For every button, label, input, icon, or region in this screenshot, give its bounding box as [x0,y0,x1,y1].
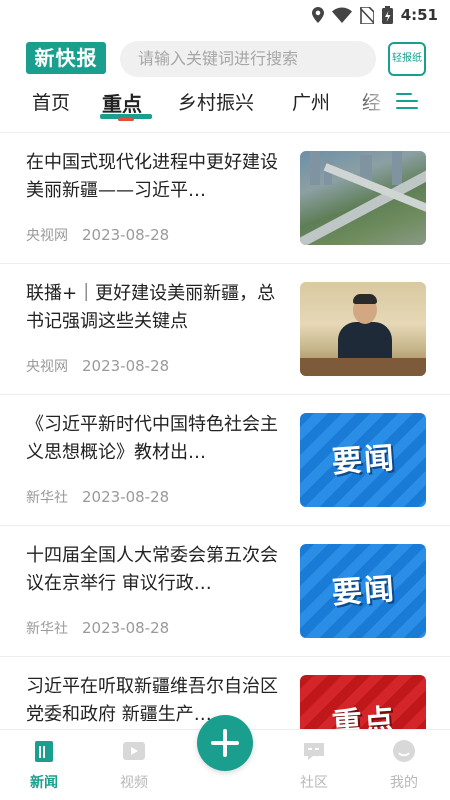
channel-tabs: 首页 重点 乡村振兴 广州 经 [0,88,450,122]
active-tab-indicator-accent [118,118,134,121]
community-icon [304,743,324,760]
nav-label: 我的 [390,775,418,791]
nav-news[interactable]: 新闻 [14,738,74,792]
news-item[interactable]: 十四届全国人大常委会第五次会议在京举行 审议行政… 新华社 2023-08-28 … [0,526,450,657]
bottom-nav: 新闻 视频 社区 我的 [0,715,450,800]
news-date: 2023-08-28 [82,357,170,375]
tabs-fade [352,88,392,120]
nav-video[interactable]: 视频 [104,738,164,792]
search-input[interactable]: 请输入关键词进行搜索 [120,41,376,77]
tab-focus[interactable]: 重点 [102,88,142,117]
news-meta: 央视网 2023-08-28 [26,356,169,376]
news-source: 央视网 [26,228,68,244]
light-paper-button[interactable]: 轻报纸 [388,42,426,76]
news-thumbnail[interactable]: 要闻 [300,413,426,507]
add-button[interactable] [197,715,253,771]
news-icon [35,741,53,762]
news-list: 在中国式现代化进程中更好建设美丽新疆——习近平… 央视网 2023-08-28 联… [0,133,450,729]
app-logo[interactable]: 新快报 [26,42,106,74]
news-date: 2023-08-28 [82,226,170,244]
nav-label: 社区 [300,775,328,791]
channel-menu-icon[interactable] [396,93,418,113]
tab-guangzhou[interactable]: 广州 [292,88,330,115]
news-source: 新华社 [26,621,68,637]
news-source: 央视网 [26,359,68,375]
nav-label: 新闻 [30,775,58,791]
news-meta: 央视网 2023-08-28 [26,225,169,245]
news-thumbnail[interactable]: 要闻 [300,544,426,638]
news-title[interactable]: 《习近平新时代中国特色社会主义思想概论》教材出… [26,411,288,467]
news-title[interactable]: 十四届全国人大常委会第五次会议在京举行 审议行政… [26,542,288,598]
news-thumbnail[interactable] [300,282,426,376]
news-date: 2023-08-28 [82,488,170,506]
news-item[interactable]: 《习近平新时代中国特色社会主义思想概论》教材出… 新华社 2023-08-28 要… [0,395,450,526]
news-title[interactable]: 联播+｜更好建设美丽新疆，总书记强调这些关键点 [26,280,288,336]
nav-label: 视频 [120,775,148,791]
news-item[interactable]: 在中国式现代化进程中更好建设美丽新疆——习近平… 央视网 2023-08-28 [0,133,450,264]
news-thumbnail[interactable]: 重点 [300,675,426,729]
nav-profile[interactable]: 我的 [374,738,434,792]
app-header: 新快报 请输入关键词进行搜索 轻报纸 [0,38,450,82]
news-meta: 新华社 2023-08-28 [26,487,169,507]
status-icons: 4:51 [311,6,438,24]
news-thumbnail[interactable] [300,151,426,245]
nav-community[interactable]: 社区 [284,738,344,792]
status-time: 4:51 [400,6,438,24]
news-title[interactable]: 习近平在听取新疆维吾尔自治区党委和政府 新疆生产… [26,673,288,729]
video-icon [123,742,145,760]
battery-icon [381,6,393,24]
news-item[interactable]: 联播+｜更好建设美丽新疆，总书记强调这些关键点 央视网 2023-08-28 [0,264,450,395]
news-title[interactable]: 在中国式现代化进程中更好建设美丽新疆——习近平… [26,149,288,205]
status-bar: 4:51 [0,0,450,32]
thumbnail-label: 要闻 [330,440,398,481]
thumbnail-label: 要闻 [330,571,398,612]
profile-icon [393,740,415,762]
location-icon [311,7,324,23]
thumbnail-label: 重点 [330,702,398,729]
news-meta: 新华社 2023-08-28 [26,618,169,638]
no-sim-icon [359,6,374,24]
news-source: 新华社 [26,490,68,506]
tab-rural-revitalization[interactable]: 乡村振兴 [178,88,254,115]
tab-home[interactable]: 首页 [32,88,70,115]
news-date: 2023-08-28 [82,619,170,637]
wifi-icon [331,7,352,23]
